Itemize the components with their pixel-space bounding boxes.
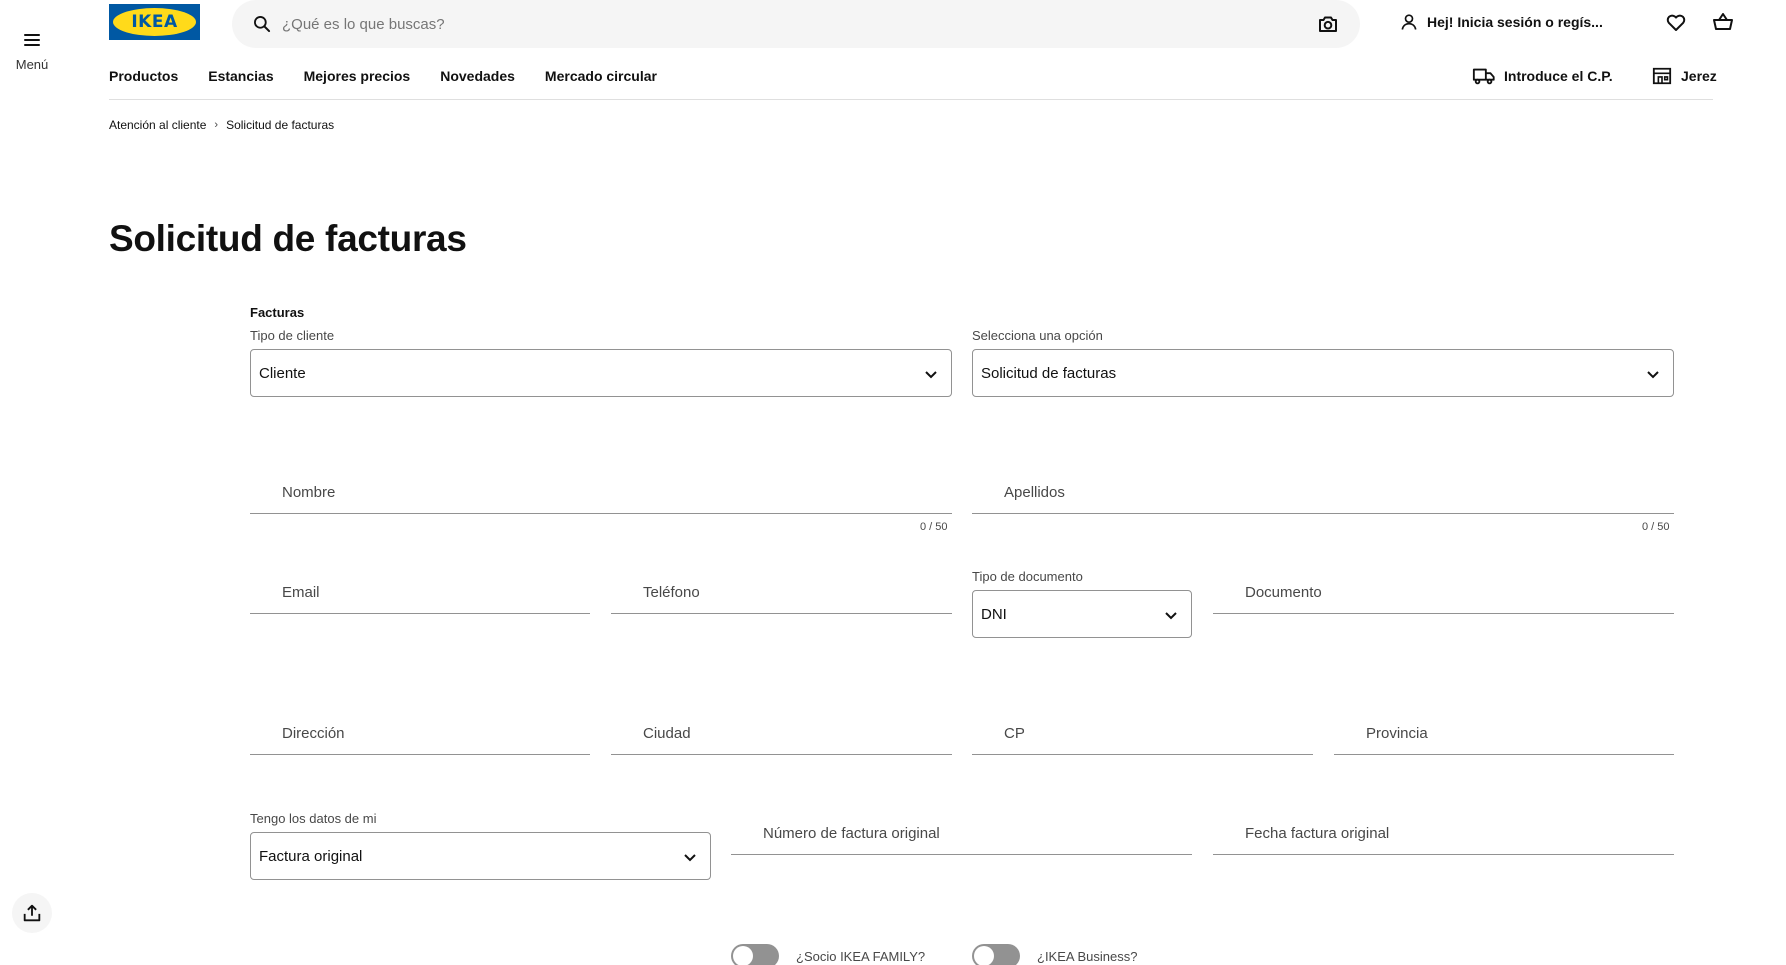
store-label: Jerez [1681,68,1717,84]
cp-field[interactable]: CP [972,707,1313,755]
direccion-field[interactable]: Dirección [250,707,590,755]
ikea-family-toggle[interactable]: ¿Socio IKEA FAMILY? [731,944,925,965]
logo-text: IKEA [131,12,178,32]
header-divider [109,99,1713,100]
numero-factura-field[interactable]: Número de factura original [731,807,1192,855]
telefono-placeholder: Teléfono [643,584,700,601]
numero-factura-placeholder: Número de factura original [763,825,940,842]
ikea-business-label: ¿IKEA Business? [1037,948,1138,964]
nav-item-productos[interactable]: Productos [109,68,178,84]
documento-field[interactable]: Documento [1213,566,1674,614]
fecha-factura-placeholder: Fecha factura original [1245,825,1390,842]
nav-item-mercado-circular[interactable]: Mercado circular [545,68,657,84]
store-button[interactable]: Jerez [1651,66,1717,86]
tipo-documento-select[interactable]: DNI [972,590,1192,638]
telefono-field[interactable]: Teléfono [611,566,952,614]
ikea-family-label: ¿Socio IKEA FAMILY? [796,948,926,964]
opcion-label: Selecciona una opción [972,328,1103,343]
main-nav: Productos Estancias Mejores precios Nove… [109,68,657,84]
chevron-down-icon [925,371,937,379]
postal-code-button[interactable]: Introduce el C.P. [1472,66,1613,86]
breadcrumb-current: Solicitud de facturas [226,118,335,132]
truck-icon [1472,68,1495,85]
email-placeholder: Email [282,584,320,601]
toggle-switch [731,944,779,965]
menu-button[interactable]: Menú [10,34,54,72]
toggle-switch [972,944,1020,965]
nav-item-mejores-precios[interactable]: Mejores precios [304,68,411,84]
nombre-field[interactable]: Nombre [250,466,952,514]
tipo-cliente-value: Cliente [259,364,306,382]
postal-code-label: Introduce el C.P. [1504,68,1613,84]
nombre-counter: 0 / 50 [920,521,948,533]
breadcrumb: Atención al cliente › Solicitud de factu… [109,118,334,132]
apellidos-placeholder: Apellidos [1004,484,1065,501]
share-icon [23,904,41,922]
page-title: Solicitud de facturas [109,218,467,259]
camera-icon[interactable] [1316,12,1340,36]
ciudad-field[interactable]: Ciudad [611,707,952,755]
cp-placeholder: CP [1004,725,1025,742]
nav-item-estancias[interactable]: Estancias [208,68,273,84]
datos-select[interactable]: Factura original [250,832,711,880]
search-input[interactable] [282,8,1282,40]
nav-item-novedades[interactable]: Novedades [440,68,515,84]
tipo-cliente-select[interactable]: Cliente [250,349,952,397]
tipo-documento-value: DNI [981,605,1007,623]
chevron-down-icon [684,854,696,862]
menu-label: Menú [15,57,49,72]
search-bar [232,0,1360,48]
hamburger-icon [24,34,40,46]
nombre-placeholder: Nombre [282,484,336,501]
chevron-down-icon [1165,612,1177,620]
user-icon [1401,14,1417,30]
heart-icon[interactable] [1664,10,1688,34]
chevron-right-icon: › [214,119,219,131]
ciudad-placeholder: Ciudad [643,725,691,742]
breadcrumb-atencion-cliente[interactable]: Atención al cliente [109,118,206,132]
chevron-down-icon [1647,371,1659,379]
email-field[interactable]: Email [250,566,590,614]
datos-value: Factura original [259,847,363,865]
apellidos-field[interactable]: Apellidos [972,466,1674,514]
ikea-business-toggle[interactable]: ¿IKEA Business? [972,944,1137,965]
provincia-placeholder: Provincia [1366,725,1428,742]
apellidos-counter: 0 / 50 [1642,521,1670,533]
section-title-facturas: Facturas [250,305,305,320]
fecha-factura-field[interactable]: Fecha factura original [1213,807,1674,855]
search-icon [253,16,271,33]
tipo-documento-label: Tipo de documento [972,569,1083,584]
direccion-placeholder: Dirección [282,725,345,742]
login-link[interactable]: Hej! Inicia sesión o regís... [1399,10,1603,34]
opcion-value: Solicitud de facturas [981,364,1117,382]
login-label: Hej! Inicia sesión o regís... [1427,14,1603,30]
ikea-logo[interactable]: IKEA [109,4,200,40]
basket-icon[interactable] [1711,10,1735,34]
store-icon [1652,67,1672,85]
datos-label: Tengo los datos de mi [250,811,377,826]
provincia-field[interactable]: Provincia [1334,707,1674,755]
share-button[interactable] [12,893,52,933]
opcion-select[interactable]: Solicitud de facturas [972,349,1674,397]
tipo-cliente-label: Tipo de cliente [250,328,335,343]
documento-placeholder: Documento [1245,584,1322,601]
